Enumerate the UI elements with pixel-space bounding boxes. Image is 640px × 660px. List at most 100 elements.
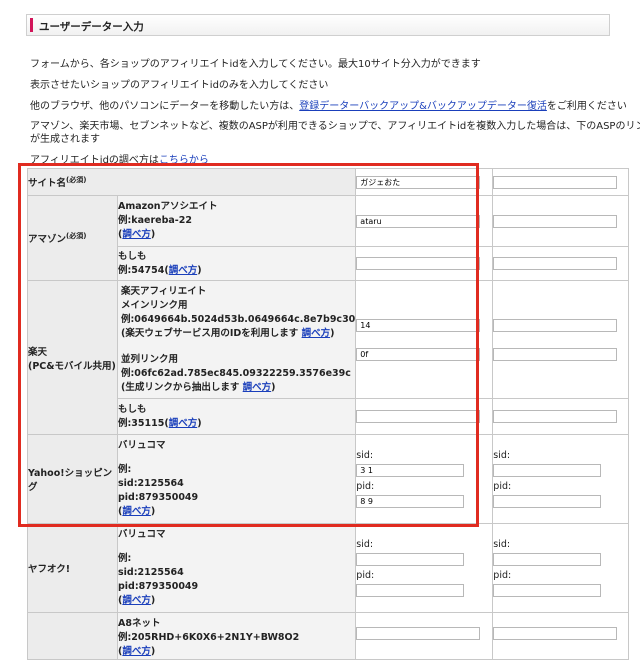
amazon-moshimo-howto-link[interactable]: 調べ方: [169, 265, 198, 276]
yafuoku-label: ヤフオク!: [28, 564, 71, 575]
site-name-input-cell: [355, 168, 494, 196]
amazon-moshimo-title: もしも: [118, 250, 147, 262]
rakuten-parallel-input-2[interactable]: [493, 347, 618, 361]
table-row: Yahoo!ショッピン グ バリュコマ 例: sid:2125564 pid:8…: [27, 434, 630, 524]
a8-cell: A8ネット 例:205RHD+6K0X6+2N1Y+BW8O2 (調べ方): [116, 612, 357, 660]
howto-link[interactable]: こちらから: [159, 155, 209, 166]
rakuten-main-input-2[interactable]: [493, 318, 618, 332]
yafuoku-vc-sid-example: sid:2125564: [118, 567, 184, 578]
rakuten-parallel-input[interactable]: [356, 347, 481, 361]
section-title: ユーザーデーター入力: [39, 21, 144, 33]
rakuten-affiliate-note: (楽天ウェブサービス用のIDを利用します: [121, 327, 299, 339]
yahoo-vc-howto-link[interactable]: 調べ方: [122, 506, 151, 517]
rakuten-moshimo-howto-link[interactable]: 調べ方: [169, 418, 198, 429]
yahoo-sid-input-2[interactable]: [493, 464, 602, 477]
amazon-moshimo-input-2[interactable]: [493, 257, 618, 270]
yahoo-pid-input-2[interactable]: [493, 495, 602, 508]
intro-line-3-prefix: 他のブラウザ、他のパソコンにデーターを移動したい方は、: [30, 101, 300, 112]
amazon-moshimo-input[interactable]: [356, 257, 481, 270]
yafuoku-sid-label-2: sid:: [493, 539, 511, 550]
rakuten-parallel-note-line: (生成リンクから抽出します 調べ方): [121, 381, 276, 393]
yahoo-label: Yahoo!ショッピン: [28, 468, 113, 479]
amazon-associate-cell: Amazonアソシエイト 例:kaereba-22 (調べ方): [116, 195, 357, 247]
amazon-associate-input-2[interactable]: [493, 214, 618, 228]
rakuten-parallel-note: (生成リンクから抽出します: [121, 381, 240, 393]
yahoo-vc-pid-example: pid:879350049: [118, 492, 199, 503]
section-accent-bar: [30, 18, 33, 32]
required-mark: (必須): [66, 175, 87, 184]
yahoo-pid-label-2: pid:: [493, 481, 512, 492]
rakuten-affiliate-input-cell-2: [492, 280, 630, 399]
a8-input-2[interactable]: [493, 627, 618, 640]
a8-title: A8ネット: [118, 618, 161, 629]
a8-label-cell: [27, 612, 118, 660]
yafuoku-vc-pid-example: pid:879350049: [118, 581, 199, 592]
rakuten-parallel-title: 並列リンク用: [121, 353, 179, 365]
yahoo-sid-input[interactable]: [356, 464, 465, 477]
yafuoku-valuecommerce-cell: バリュコマ 例: sid:2125564 pid:879350049 (調べ方): [116, 523, 357, 613]
intro-line-2: 表示させたいショップのアフィリエイトidのみを入力してください: [30, 80, 329, 91]
rakuten-main-input[interactable]: [356, 318, 481, 332]
yafuoku-vc-example: 例:: [118, 553, 132, 564]
site-name-input[interactable]: [356, 175, 481, 189]
table-row: サイト名(必須): [26, 168, 630, 196]
amazon-associate-input[interactable]: [356, 214, 481, 228]
a8-input-cell-2: [492, 612, 630, 660]
intro-line-3-suffix: をご利用ください: [546, 101, 627, 112]
amazon-associate-input-cell-2: [492, 195, 630, 247]
table-row: もしも 例:35115(調べ方): [28, 398, 630, 435]
rakuten-parallel-howto-link[interactable]: 調べ方: [243, 382, 272, 393]
table-row: A8ネット 例:205RHD+6K0X6+2N1Y+BW8O2 (調べ方): [27, 612, 630, 660]
rakuten-affiliate-note-line: (楽天ウェブサービス用のIDを利用します 調べ方): [121, 327, 335, 339]
section-header: ユーザーデーター入力: [26, 14, 610, 36]
yafuoku-pid-input-2[interactable]: [493, 584, 602, 597]
rakuten-moshimo-example: 例:35115: [118, 417, 165, 429]
rakuten-moshimo-input[interactable]: [356, 410, 481, 423]
yahoo-pid-label: pid:: [356, 481, 375, 492]
table-row: ヤフオク! バリュコマ 例: sid:2125564 pid:879350049…: [27, 523, 630, 613]
yafuoku-pid-input[interactable]: [356, 584, 465, 597]
rakuten-moshimo-input-cell-2: [492, 398, 630, 435]
yahoo-vc-howto: (調べ方): [118, 506, 156, 517]
yahoo-input-cell-2: sid: pid:: [492, 434, 630, 524]
intro-line-5-prefix: アフィリエイトidの調べ方は: [30, 155, 159, 166]
amazon-moshimo-input-cell-2: [492, 246, 630, 281]
yafuoku-sid-input-2[interactable]: [493, 553, 602, 566]
yafuoku-sid-input[interactable]: [356, 553, 465, 566]
yahoo-label-cell: Yahoo!ショッピン グ: [27, 434, 118, 524]
rakuten-moshimo-example-line: 例:35115(調べ方): [118, 417, 202, 429]
amazon-label: アマゾン: [28, 234, 67, 246]
yahoo-vc-example: 例:: [118, 464, 132, 475]
backup-link[interactable]: 登録データーバックアップ&バックアップデーター復活: [299, 101, 547, 112]
yahoo-sid-label: sid:: [356, 450, 374, 461]
amazon-moshimo-cell: もしも 例:54754(調べ方): [116, 246, 357, 281]
yafuoku-vc-howto-link[interactable]: 調べ方: [122, 595, 151, 606]
intro-line-4b: が生成されます: [30, 134, 100, 145]
amazon-associate-input-cell: [355, 195, 494, 247]
table-row: もしも 例:54754(調べ方): [28, 246, 630, 281]
yafuoku-input-cell: sid: pid:: [355, 523, 494, 613]
yahoo-valuecommerce-cell: バリュコマ 例: sid:2125564 pid:879350049 (調べ方): [116, 434, 357, 524]
intro-line-3: 他のブラウザ、他のパソコンにデーターを移動したい方は、登録データーバックアップ&…: [30, 97, 627, 112]
required-mark: (必須): [66, 231, 87, 240]
amazon-associate-example: 例:kaereba-22: [118, 215, 192, 226]
a8-howto: (調べ方): [118, 646, 156, 657]
rakuten-label: 楽天: [28, 346, 48, 358]
site-name-input-2[interactable]: [493, 175, 618, 189]
amazon-moshimo-example-line: 例:54754(調べ方): [118, 264, 202, 276]
rakuten-moshimo-title: もしも: [118, 403, 147, 415]
a8-example: 例:205RHD+6K0X6+2N1Y+BW8O2: [118, 632, 300, 643]
rakuten-affiliate-howto-link[interactable]: 調べ方: [302, 328, 331, 339]
intro-line-4a: アマゾン、楽天市場、セブンネットなど、複数のASPが利用できるショップで、アフィ…: [30, 121, 640, 132]
yafuoku-pid-label-2: pid:: [493, 570, 512, 581]
yahoo-pid-input[interactable]: [356, 495, 465, 508]
yahoo-vc-sid-example: sid:2125564: [118, 478, 184, 489]
amazon-associate-howto-link[interactable]: 調べ方: [122, 229, 151, 240]
a8-howto-link[interactable]: 調べ方: [122, 646, 151, 657]
rakuten-moshimo-input-2[interactable]: [493, 410, 618, 423]
yahoo-sid-label-2: sid:: [493, 450, 511, 461]
a8-input[interactable]: [356, 627, 481, 640]
amazon-associate-howto: (調べ方): [118, 229, 156, 240]
